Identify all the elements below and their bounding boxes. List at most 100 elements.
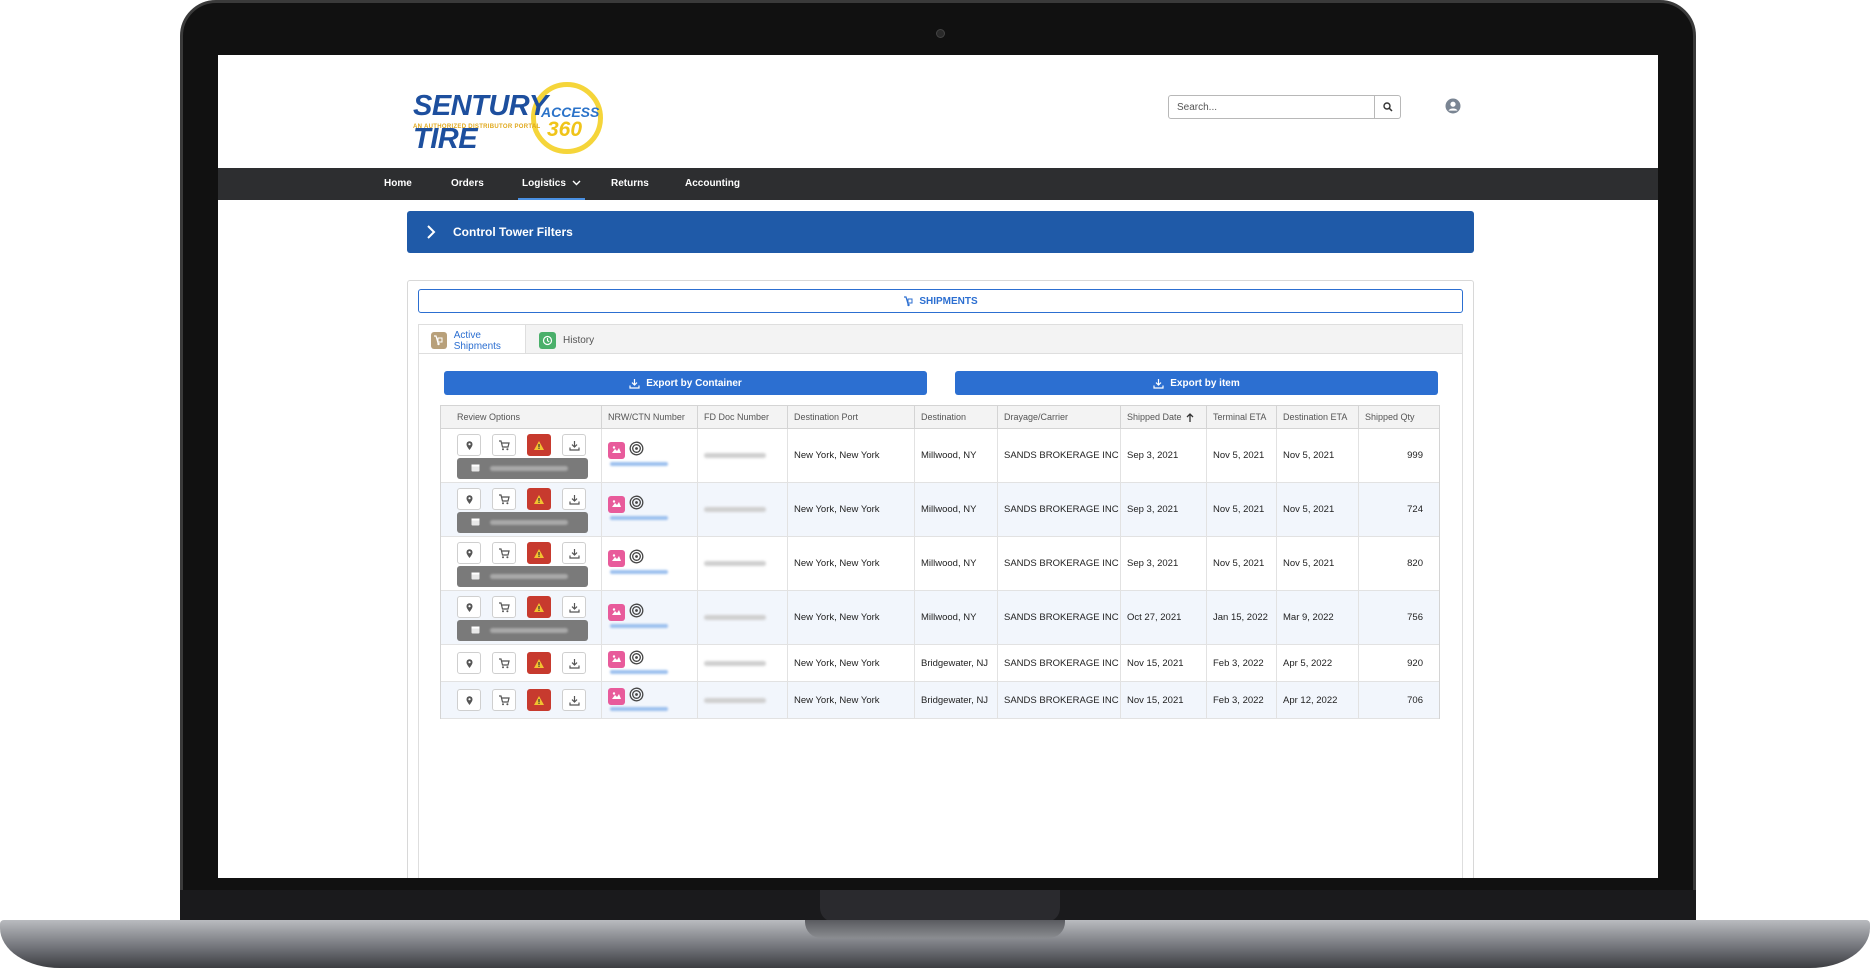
nav-item-home[interactable]: Home <box>384 168 412 200</box>
col-shipped-qty[interactable]: Shipped Qty <box>1359 406 1441 429</box>
col-destination-eta[interactable]: Destination ETA <box>1277 406 1359 429</box>
shipments-button[interactable]: SHIPMENTS <box>418 289 1463 313</box>
nav-item-logistics[interactable]: Logistics <box>518 168 585 200</box>
cell-destination-port: New York, New York <box>788 429 915 482</box>
target-icon[interactable] <box>629 495 644 513</box>
photo-tag-icon[interactable] <box>608 650 625 668</box>
nrw-number-link[interactable] <box>610 624 668 628</box>
cell-terminal-eta: Nov 5, 2021 <box>1207 483 1277 536</box>
cell-carrier: SANDS BROKERAGE INC <box>998 537 1121 590</box>
table-row: New York, New York Bridgewater, NJ SANDS B… <box>441 645 1439 682</box>
nrw-number-link[interactable] <box>610 462 668 466</box>
search-input[interactable] <box>1169 96 1374 118</box>
warning-icon[interactable] <box>527 434 551 456</box>
header: SENTURY TIRE AN AUTHORIZED DISTRIBUTOR P… <box>218 55 1658 168</box>
col-nrw-ctn-number[interactable]: NRW/CTN Number <box>602 406 698 429</box>
review-option-buttons <box>457 488 586 510</box>
target-icon[interactable] <box>629 687 644 705</box>
warning-icon[interactable] <box>527 689 551 711</box>
nav-item-returns[interactable]: Returns <box>611 168 649 200</box>
col-destination[interactable]: Destination <box>915 406 998 429</box>
sentury-logo[interactable]: SENTURY TIRE AN AUTHORIZED DISTRIBUTOR P… <box>413 70 613 155</box>
date-pill[interactable] <box>457 566 588 587</box>
cell-carrier: SANDS BROKERAGE INC <box>998 682 1121 718</box>
tab-history[interactable]: History <box>527 325 617 355</box>
review-option-buttons <box>457 596 586 618</box>
export-by-item-button[interactable]: Export by item <box>955 371 1438 395</box>
search-box <box>1168 95 1401 119</box>
redacted-date <box>490 466 568 471</box>
photo-tag-icon[interactable] <box>608 441 625 459</box>
cart-icon[interactable] <box>492 488 516 510</box>
cell-shipped-qty: 920 <box>1407 657 1423 669</box>
shipments-button-label: SHIPMENTS <box>919 295 978 307</box>
date-pill[interactable] <box>457 620 588 641</box>
location-pin-icon[interactable] <box>457 652 481 674</box>
nrw-icons <box>608 603 644 621</box>
col-fd-doc-number[interactable]: FD Doc Number <box>698 406 788 429</box>
cart-icon[interactable] <box>492 542 516 564</box>
nrw-number-link[interactable] <box>610 516 668 520</box>
col-shipped-date[interactable]: Shipped Date <box>1121 406 1207 429</box>
search-button[interactable] <box>1374 96 1400 118</box>
tab-active-shipments[interactable]: Active Shipments <box>419 325 526 356</box>
cart-icon[interactable] <box>492 689 516 711</box>
photo-tag-icon[interactable] <box>608 603 625 621</box>
cart-icon[interactable] <box>492 434 516 456</box>
col-terminal-eta[interactable]: Terminal ETA <box>1207 406 1277 429</box>
location-pin-icon[interactable] <box>457 596 481 618</box>
logo-360: 360 <box>547 118 583 141</box>
photo-tag-icon[interactable] <box>608 549 625 567</box>
cell-destination: Millwood, NY <box>915 483 998 536</box>
camera-dot <box>936 29 945 38</box>
table-header: Review Options NRW/CTN Number FD Doc Num… <box>441 406 1439 429</box>
download-icon[interactable] <box>562 488 586 510</box>
col-review-options[interactable]: Review Options <box>441 406 602 429</box>
download-icon[interactable] <box>562 652 586 674</box>
nrw-number-link[interactable] <box>610 670 668 674</box>
warning-icon[interactable] <box>527 652 551 674</box>
control-tower-filters-toggle[interactable]: Control Tower Filters <box>407 211 1474 253</box>
control-tower-label: Control Tower Filters <box>453 225 573 239</box>
nav-item-accounting[interactable]: Accounting <box>685 168 740 200</box>
user-icon[interactable] <box>1445 98 1461 114</box>
location-pin-icon[interactable] <box>457 542 481 564</box>
download-icon[interactable] <box>562 434 586 456</box>
cart-icon[interactable] <box>492 652 516 674</box>
photo-tag-icon[interactable] <box>608 495 625 513</box>
photo-tag-icon[interactable] <box>608 687 625 705</box>
warning-icon[interactable] <box>527 488 551 510</box>
date-pill[interactable] <box>457 458 588 479</box>
cell-shipped-date: Sep 3, 2021 <box>1121 537 1207 590</box>
location-pin-icon[interactable] <box>457 434 481 456</box>
nrw-icons <box>608 441 644 459</box>
location-pin-icon[interactable] <box>457 488 481 510</box>
sort-up-arrow-icon <box>1186 412 1194 422</box>
search-icon <box>1382 102 1393 112</box>
cell-nrw-ctn <box>602 682 698 718</box>
laptop-notch <box>805 920 1065 938</box>
cart-icon[interactable] <box>492 596 516 618</box>
date-pill[interactable] <box>457 512 588 533</box>
col-label: Shipped Date <box>1127 412 1182 422</box>
target-icon[interactable] <box>629 650 644 668</box>
col-destination-port[interactable]: Destination Port <box>788 406 915 429</box>
nav-item-orders[interactable]: Orders <box>451 168 484 200</box>
warning-icon[interactable] <box>527 542 551 564</box>
target-icon[interactable] <box>629 549 644 567</box>
warning-icon[interactable] <box>527 596 551 618</box>
target-icon[interactable] <box>629 603 644 621</box>
target-icon[interactable] <box>629 441 644 459</box>
nrw-number-link[interactable] <box>610 570 668 574</box>
cell-shipped-date: Sep 3, 2021 <box>1121 483 1207 536</box>
location-pin-icon[interactable] <box>457 689 481 711</box>
download-icon[interactable] <box>562 689 586 711</box>
download-icon[interactable] <box>562 596 586 618</box>
export-by-container-button[interactable]: Export by Container <box>444 371 927 395</box>
col-drayage-carrier[interactable]: Drayage/Carrier <box>998 406 1121 429</box>
history-icon <box>539 331 556 349</box>
nrw-number-link[interactable] <box>610 707 668 711</box>
cell-fd-doc <box>698 591 788 644</box>
download-icon[interactable] <box>562 542 586 564</box>
cell-fd-doc <box>698 483 788 536</box>
